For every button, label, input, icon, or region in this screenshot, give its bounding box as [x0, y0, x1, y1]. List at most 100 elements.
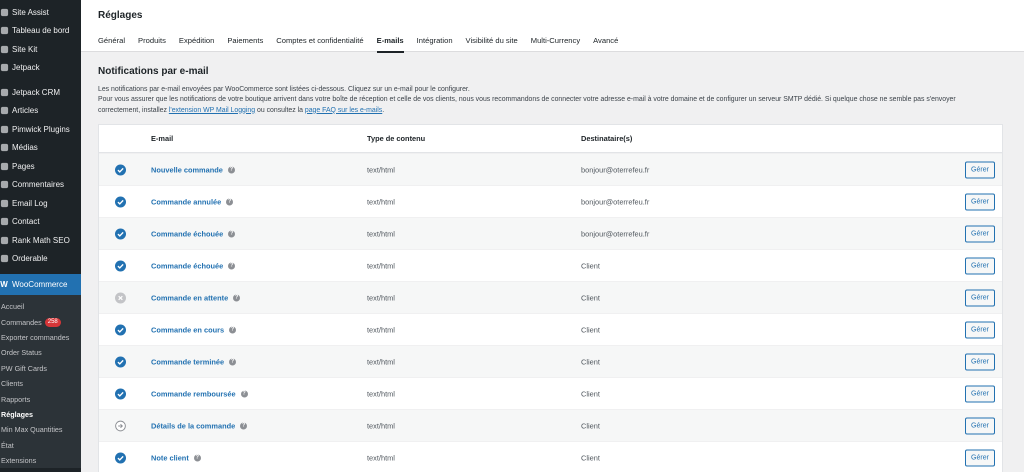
- manage-button[interactable]: Gérer: [965, 353, 995, 370]
- help-icon[interactable]: ?: [233, 294, 241, 301]
- submenu-item[interactable]: Rapports: [0, 391, 81, 406]
- sidebar-item[interactable]: Rank Math SEO: [0, 231, 81, 250]
- woocommerce-submenu: Accueil Commandes 258 Exporter commandes Ord…: [0, 295, 81, 469]
- admin-sidebar: Site Assist Tableau de bord Site Kit Jetpac…: [0, 0, 81, 472]
- help-icon[interactable]: ?: [228, 262, 236, 269]
- email-name-link[interactable]: Détails de la commande?: [151, 421, 248, 430]
- sidebar-item[interactable]: Site Assist: [0, 3, 81, 22]
- submenu-item[interactable]: Accueil: [0, 299, 81, 314]
- sidebar-item-label: Médias: [12, 143, 38, 153]
- sidebar-item[interactable]: Pages: [0, 157, 81, 176]
- sidebar-item-label: Email Log: [12, 198, 48, 208]
- column-header-email: E-mail: [151, 134, 174, 143]
- manual-arrow-icon: [115, 420, 126, 431]
- enabled-check-icon: [115, 324, 126, 335]
- sidebar-item-label: Site Assist: [12, 7, 49, 17]
- manage-button[interactable]: Gérer: [965, 225, 995, 242]
- count-badge: 258: [44, 317, 61, 327]
- email-name-link[interactable]: Nouvelle commande?: [151, 165, 235, 174]
- email-name-text: Détails de la commande: [151, 421, 236, 430]
- tab-settings[interactable]: Avancé: [593, 36, 618, 53]
- recipient: Client: [581, 357, 600, 366]
- manage-button[interactable]: Gérer: [965, 385, 995, 402]
- tab-settings[interactable]: Produits: [138, 36, 166, 53]
- sidebar-item[interactable]: Commentaires: [0, 176, 81, 195]
- sidebar-item[interactable]: Contact: [0, 213, 81, 232]
- email-name-link[interactable]: Commande en attente?: [151, 293, 241, 302]
- tab-settings[interactable]: Paiements: [227, 36, 263, 53]
- jetpack-icon: [0, 62, 10, 74]
- help-icon[interactable]: ?: [193, 454, 201, 461]
- email-name-link[interactable]: Commande annulée?: [151, 197, 234, 206]
- wp-mail-logging-link[interactable]: l'extension WP Mail Logging: [169, 107, 255, 114]
- sidebar-item-woocommerce[interactable]: W WooCommerce: [0, 274, 81, 295]
- email-name-link[interactable]: Commande terminée?: [151, 357, 237, 366]
- dashboard-icon: [0, 25, 10, 37]
- sidebar-item[interactable]: Médias: [0, 139, 81, 158]
- column-header-content-type: Type de contenu: [367, 134, 426, 143]
- submenu-item[interactable]: Min Max Quantities: [0, 422, 81, 437]
- manage-button[interactable]: Gérer: [965, 257, 995, 274]
- submenu-item[interactable]: PW Gift Cards: [0, 361, 81, 376]
- email-name-link[interactable]: Note client?: [151, 453, 201, 462]
- email-name-link[interactable]: Commande échouée?: [151, 261, 236, 270]
- submenu-item-label: Min Max Quantities: [1, 425, 63, 435]
- sidebar-item[interactable]: Site Kit: [0, 40, 81, 59]
- sidebar-item[interactable]: Email Log: [0, 194, 81, 213]
- rankmath-icon: [0, 234, 10, 246]
- email-name-link[interactable]: Commande en cours?: [151, 325, 237, 334]
- email-name-text: Commande échouée: [151, 261, 224, 270]
- sidebar-item[interactable]: Jetpack CRM: [0, 83, 81, 102]
- manage-button[interactable]: Gérer: [965, 449, 995, 466]
- submenu-item[interactable]: Exporter commandes: [0, 330, 81, 345]
- enabled-check-icon: [115, 196, 126, 207]
- help-icon[interactable]: ?: [228, 230, 236, 237]
- sidebar-item[interactable]: Tableau de bord: [0, 22, 81, 41]
- content-type: text/html: [367, 293, 395, 302]
- manage-button[interactable]: Gérer: [965, 417, 995, 434]
- help-icon[interactable]: ?: [227, 166, 235, 173]
- submenu-item[interactable]: Order Status: [0, 345, 81, 360]
- tab-settings[interactable]: Général: [98, 36, 125, 53]
- sidebar-item[interactable]: Orderable: [0, 250, 81, 269]
- email-name-text: Nouvelle commande: [151, 165, 223, 174]
- help-icon[interactable]: ?: [240, 422, 248, 429]
- recipient: bonjour@oterrefeu.fr: [581, 165, 650, 174]
- table-row: Commande en cours? text/html Client Gérer: [99, 313, 1002, 345]
- sidebar-item[interactable]: Pimwick Plugins: [0, 120, 81, 139]
- email-faq-link[interactable]: page FAQ sur les e-mails: [305, 107, 382, 114]
- tab-settings[interactable]: Visibilité du site: [466, 36, 518, 53]
- manage-button[interactable]: Gérer: [965, 193, 995, 210]
- submenu-item[interactable]: Clients: [0, 376, 81, 391]
- manage-button[interactable]: Gérer: [965, 161, 995, 178]
- email-name-link[interactable]: Commande échouée?: [151, 229, 236, 238]
- submenu-item-label: Accueil: [1, 302, 25, 312]
- help-icon[interactable]: ?: [229, 326, 237, 333]
- submenu-item[interactable]: État: [0, 438, 81, 453]
- manage-button[interactable]: Gérer: [965, 321, 995, 338]
- email-icon: [0, 197, 10, 209]
- help-icon[interactable]: ?: [226, 198, 234, 205]
- tab-settings[interactable]: E-mails: [376, 36, 404, 53]
- tab-settings[interactable]: Multi-Currency: [531, 36, 580, 53]
- help-icon[interactable]: ?: [240, 390, 248, 397]
- table-row: Commande remboursée? text/html Client Gérer: [99, 377, 1002, 409]
- enabled-check-icon: [115, 164, 126, 175]
- tab-settings[interactable]: Comptes et confidentialité: [276, 36, 363, 53]
- sidebar-item-label: Contact: [12, 217, 40, 227]
- submenu-item[interactable]: Extensions: [0, 453, 81, 468]
- content-type: text/html: [367, 453, 395, 462]
- tab-settings[interactable]: Expédition: [179, 36, 214, 53]
- email-name-link[interactable]: Commande remboursée?: [151, 389, 248, 398]
- manage-button[interactable]: Gérer: [965, 289, 995, 306]
- tab-settings[interactable]: Intégration: [417, 36, 453, 53]
- submenu-item-label: Order Status: [1, 348, 42, 358]
- submenu-item[interactable]: Commandes 258: [0, 314, 81, 329]
- help-icon[interactable]: ?: [229, 358, 237, 365]
- description-line: Pour vous assurer que les notifications …: [98, 96, 956, 104]
- submenu-item[interactable]: Réglages: [0, 407, 81, 422]
- orderable-icon: [0, 253, 10, 265]
- sidebar-item[interactable]: Articles: [0, 102, 81, 121]
- sidebar-item-label: Pages: [12, 161, 35, 171]
- sidebar-item[interactable]: Jetpack: [0, 59, 81, 78]
